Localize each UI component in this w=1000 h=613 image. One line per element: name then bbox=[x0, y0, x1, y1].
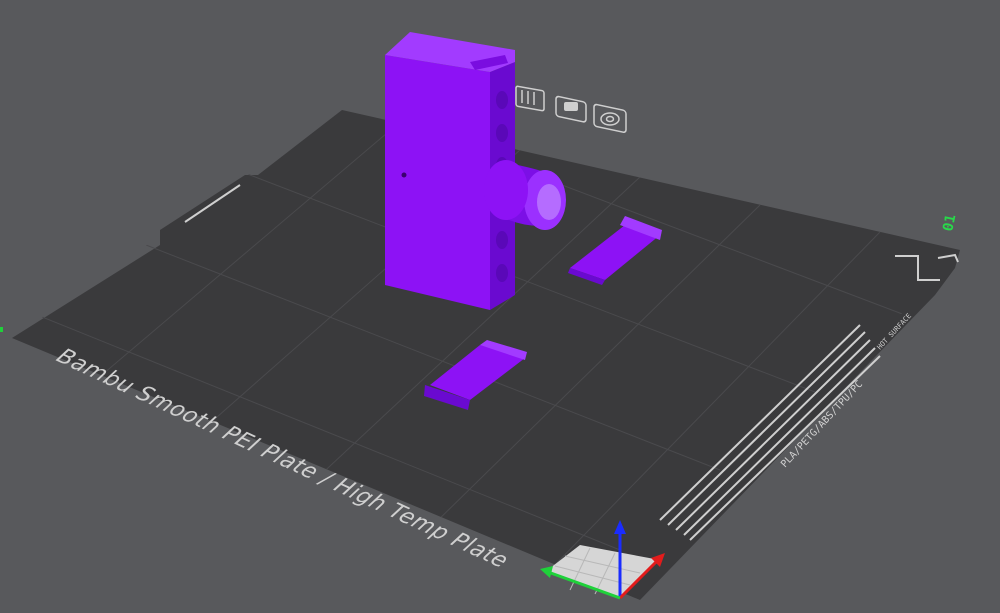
hole bbox=[496, 264, 508, 282]
edge-marker bbox=[0, 327, 3, 332]
cylinder-bore bbox=[537, 184, 561, 220]
hole bbox=[496, 231, 508, 249]
scene-canvas[interactable]: Bambu Smooth PEI Plate / High Temp Plate… bbox=[0, 0, 1000, 613]
plate-number[interactable]: 01 bbox=[940, 213, 959, 233]
view-icons bbox=[515, 85, 627, 133]
hole bbox=[496, 91, 508, 109]
toggle-icon[interactable] bbox=[555, 95, 587, 123]
y-axis-arrow bbox=[540, 566, 553, 578]
target-icon[interactable] bbox=[593, 103, 627, 133]
pin-hole bbox=[401, 172, 407, 178]
calibration-icon[interactable] bbox=[515, 85, 545, 112]
hole bbox=[496, 124, 508, 142]
3d-viewport[interactable]: Bambu Smooth PEI Plate / High Temp Plate… bbox=[0, 0, 1000, 613]
